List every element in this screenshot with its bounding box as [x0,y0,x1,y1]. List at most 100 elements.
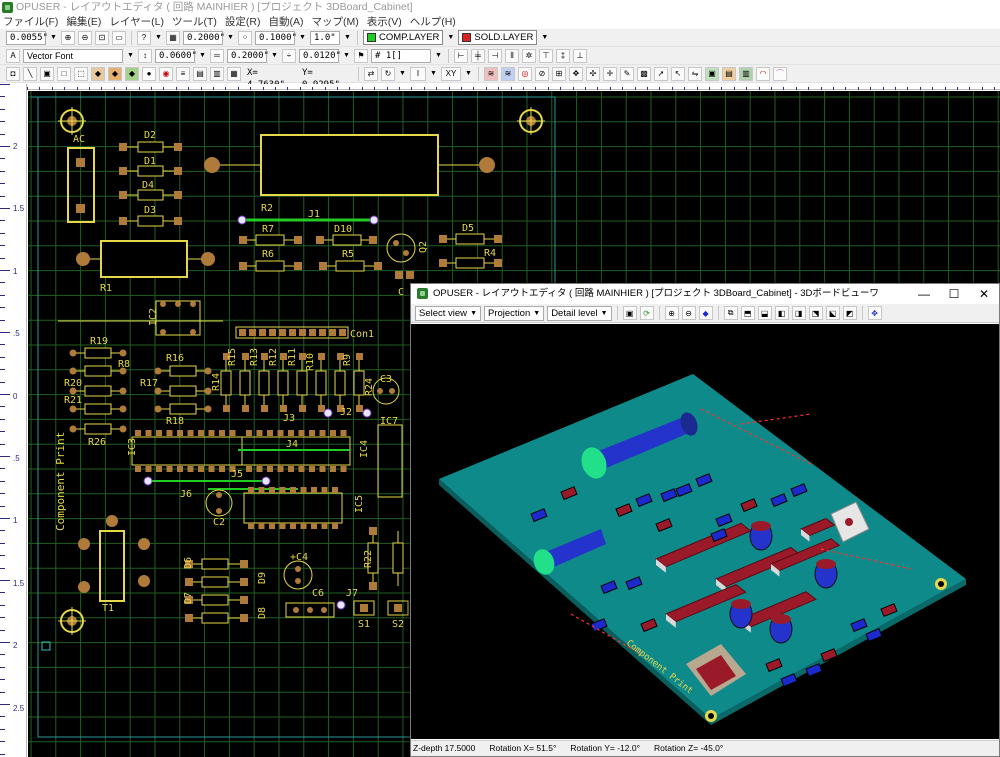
move-icon[interactable]: ✣ [586,66,600,81]
board-view-icon[interactable]: ◆ [698,306,713,320]
text-height-icon[interactable]: ↕ [138,48,152,63]
report-icon[interactable]: ▤ [722,66,736,81]
resistor-r7[interactable] [239,234,302,246]
diode-d3[interactable] [119,215,182,227]
ic-ic7[interactable] [377,424,403,498]
diode-d1[interactable] [119,165,182,177]
close-icon[interactable]: ✕ [969,284,999,304]
refresh-icon[interactable]: ⟳ [639,306,654,320]
layers-icon[interactable]: ▥ [210,66,224,81]
ic-ic2[interactable] [155,300,201,336]
view-cube-iso-icon[interactable]: ◩ [842,306,857,320]
menu-auto[interactable]: 自動(A) [268,15,303,29]
route-icon[interactable]: ◆ [125,66,139,81]
rect-tool-icon[interactable]: ▣ [40,66,54,81]
text-height-field[interactable]: 0.0600" [155,48,197,63]
snap-size-field[interactable]: 0.1000" [255,30,297,45]
mounting-hole[interactable] [58,107,86,135]
zoom-in-icon[interactable]: ⊕ [664,306,679,320]
check-icon[interactable]: ⊞ [552,66,566,81]
font-select[interactable]: Vector Font [23,48,123,63]
resistor-bank-left[interactable] [69,347,212,435]
chevron-down-icon[interactable]: ▼ [154,31,163,45]
3d-view-icon[interactable]: ▣ [705,66,719,81]
board-icon[interactable]: ▥ [739,66,753,81]
projection-dropdown[interactable]: Projection ▼ [484,305,545,321]
pointer-icon[interactable]: ➚ [654,66,668,81]
chevron-down-icon[interactable]: ▼ [446,31,455,45]
align-right-icon[interactable]: ⊣ [488,48,502,63]
net-icon[interactable]: ⚑ [354,48,368,63]
view-cube-bottom-icon[interactable]: ⬕ [825,306,840,320]
select-arrow-icon[interactable]: ↖ [671,66,685,81]
net-color-icon[interactable]: ≋ [501,66,515,81]
i-button[interactable]: I [410,66,426,81]
ic-ic5[interactable] [243,487,343,529]
font-icon[interactable]: A [6,48,20,63]
connector-con1[interactable] [235,326,349,339]
view-cube-right-icon[interactable]: ◨ [791,306,806,320]
maximize-icon[interactable]: ☐ [939,284,969,304]
zoom-fit-icon[interactable]: ⊡ [95,30,109,45]
sold-layer-button[interactable]: SOLD.LAYER [458,30,538,45]
align-left-icon[interactable]: ⊢ [454,48,468,63]
chevron-down-icon[interactable]: ▼ [429,67,438,81]
mirror-view-icon[interactable]: ⇋ [688,66,702,81]
target-icon[interactable]: ◎ [518,66,532,81]
snap-field[interactable]: 0.0055" [6,30,48,45]
transistor-q2[interactable] [386,233,416,263]
chevron-down-icon[interactable]: ▼ [342,49,351,63]
zoom-window-icon[interactable]: ▭ [112,30,126,45]
chevron-down-icon[interactable]: ▼ [198,49,207,63]
copy-icon[interactable]: ⧉ [723,306,738,320]
align-bottom-icon[interactable]: ⊥ [573,48,587,63]
capacitor-c4[interactable] [283,560,313,590]
view-cube-front-icon[interactable]: ⬒ [740,306,755,320]
settings-icon[interactable]: ✲ [522,48,536,63]
detail-level-dropdown[interactable]: Detail level ▼ [547,305,612,321]
net-field[interactable]: # 1[] [371,48,431,63]
line-tool-icon[interactable]: ╲ [23,66,37,81]
nav-icon[interactable]: ✥ [569,66,583,81]
diode-d2[interactable] [119,141,182,153]
arc-icon[interactable]: ◠ [756,66,770,81]
grid-view-icon[interactable]: ▦ [227,66,241,81]
help-icon[interactable]: ? [137,30,151,45]
minimize-icon[interactable]: — [909,284,939,304]
align-center-icon[interactable]: ╪ [471,48,485,63]
view-cube-top-icon[interactable]: ⬔ [808,306,823,320]
chevron-down-icon[interactable]: ▼ [49,31,58,45]
resistor-r4[interactable] [439,257,502,269]
chevron-down-icon[interactable]: ▼ [298,31,307,45]
mounting-hole[interactable] [517,107,545,135]
chevron-down-icon[interactable]: ▼ [270,49,279,63]
menu-map[interactable]: マップ(M) [311,15,358,29]
resistor-unlabeled[interactable] [392,531,404,586]
snap-grid-icon[interactable]: ⁘ [238,30,252,45]
mounting-hole[interactable] [58,607,86,635]
cross-icon[interactable]: ✛ [603,66,617,81]
transformer-t1[interactable] [78,515,150,602]
view-cube-back-icon[interactable]: ⬓ [757,306,772,320]
xy-button[interactable]: XY [441,66,461,81]
clearance-field[interactable]: 0.0120" [299,48,341,63]
chevron-down-icon[interactable]: ▼ [398,67,407,81]
square-tool-icon[interactable]: □ [57,66,71,81]
chip-icon[interactable]: ▩ [637,66,651,81]
diode-d5[interactable] [439,233,502,245]
layer-stack-icon[interactable]: ≋ [484,66,498,81]
align-top-icon[interactable]: ⊤ [539,48,553,63]
chevron-down-icon[interactable]: ▼ [343,31,352,45]
comp-layer-button[interactable]: COMP.LAYER [363,30,444,45]
menu-layer[interactable]: レイヤー(L) [109,15,164,29]
menu-file[interactable]: ファイル(F) [3,15,58,29]
rotate-icon[interactable]: ↻ [381,66,395,81]
chevron-down-icon[interactable]: ▼ [540,31,549,45]
menu-edit[interactable]: 編集(E) [66,15,101,29]
pad-icon[interactable]: ◘ [6,66,20,81]
diode-d10[interactable] [316,234,377,246]
capacitor-c2[interactable] [205,489,233,517]
select-view-dropdown[interactable]: Select view ▼ [415,305,481,321]
table-icon[interactable]: ▤ [193,66,207,81]
grid-icon[interactable]: ▦ [166,30,180,45]
